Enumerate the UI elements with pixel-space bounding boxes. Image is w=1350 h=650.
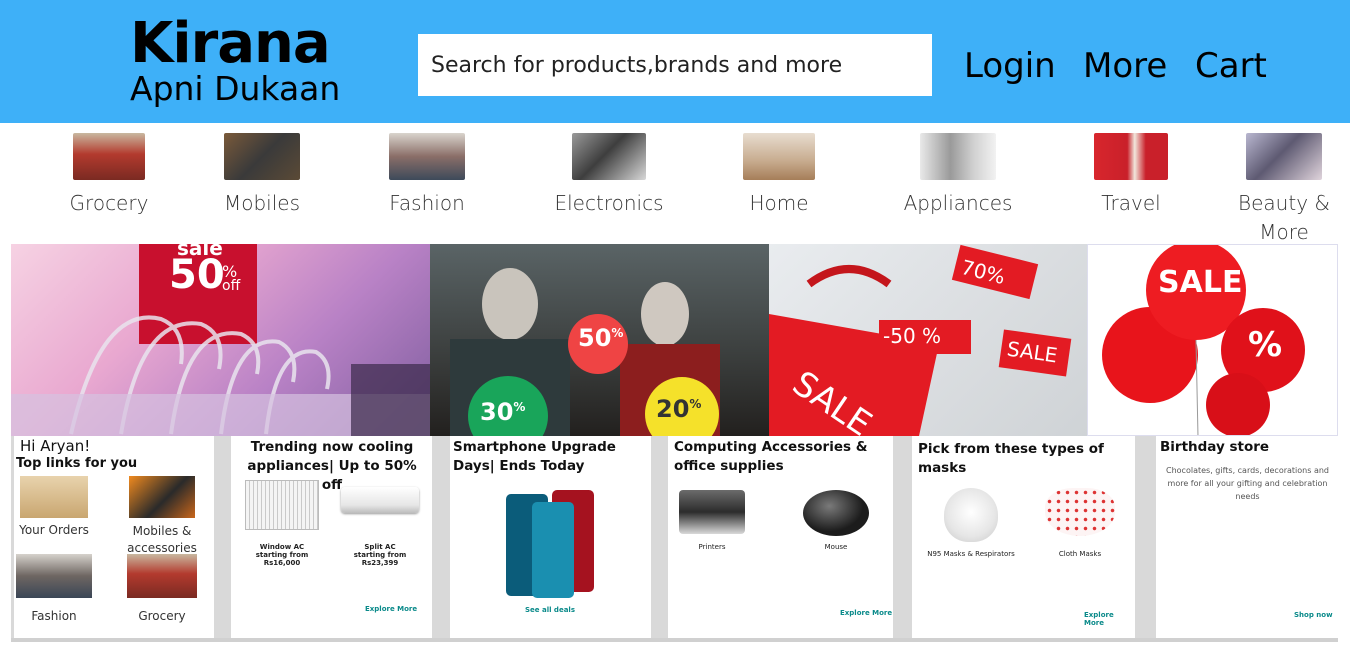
product-price: starting from Rs16,000 — [255, 551, 309, 567]
category-label: Fashion — [389, 191, 465, 215]
category-travel[interactable]: Travel — [1071, 133, 1191, 218]
card-title: Pick from these types of masks — [918, 441, 1104, 476]
greeting: Hi Aryan! — [20, 437, 91, 455]
tag-minus-50: -50 % — [883, 324, 942, 348]
headphones-image — [572, 133, 646, 180]
brand-logo[interactable]: Kirana Apni Dukaan — [130, 12, 340, 106]
card-title: Computing Accessories & office supplies — [674, 439, 868, 474]
product-name: Cloth Masks — [1058, 550, 1102, 558]
birthday-description: Chocolates, gifts, cards, decorations an… — [1166, 466, 1329, 501]
category-electronics[interactable]: Electronics — [547, 133, 671, 218]
search-input[interactable] — [418, 34, 932, 96]
link-grocery[interactable]: Grocery — [122, 554, 202, 623]
kitchen-appliances-image — [920, 133, 996, 180]
category-label: Travel — [1101, 191, 1161, 215]
card-title: Birthday store — [1160, 439, 1270, 455]
card-top-links: Hi Aryan! Top links for you Your Orders … — [14, 436, 214, 638]
explore-more-link[interactable]: Explore More — [365, 605, 417, 613]
makeup-brushes-image — [1246, 133, 1322, 180]
see-all-deals-link[interactable]: See all deals — [525, 606, 575, 614]
category-grocery[interactable]: Grocery — [49, 133, 169, 218]
balloon-sale-text: SALE — [1158, 265, 1243, 300]
category-label: Beauty & — [1238, 191, 1330, 215]
shop-now-link[interactable]: Shop now — [1294, 611, 1333, 619]
smartphones-image — [506, 490, 594, 598]
link-mobiles-accessories[interactable]: Mobiles & accessories — [122, 476, 202, 557]
card-smartphone-upgrade: Smartphone Upgrade Days| Ends Today See … — [450, 436, 651, 638]
grocery-cart-image — [73, 133, 145, 180]
category-label: Electronics — [554, 191, 664, 215]
brand-subtitle: Apni Dukaan — [130, 69, 341, 108]
balloon-percent: % — [1248, 325, 1283, 365]
product-window-ac[interactable]: Window AC starting from Rs16,000 — [237, 480, 327, 567]
category-home[interactable]: Home — [719, 133, 839, 218]
product-mouse[interactable]: Mouse — [796, 490, 876, 551]
login-link[interactable]: Login — [964, 46, 1056, 86]
category-mobiles[interactable]: Mobiles — [202, 133, 322, 218]
printer-image — [679, 490, 745, 534]
sale-number: 50 — [169, 252, 225, 298]
category-label: Home — [749, 191, 809, 215]
explore-more-link[interactable]: Explore More — [840, 609, 892, 617]
top-header: Kirana Apni Dukaan Login More Cart — [0, 0, 1350, 123]
link-fashion[interactable]: Fashion — [16, 554, 92, 623]
more-link[interactable]: More — [1083, 46, 1167, 86]
product-name: Window AC — [259, 543, 305, 551]
clothes-rack-image — [16, 554, 92, 598]
mobile-phone-image — [224, 133, 300, 180]
product-name: N95 Masks & Respirators — [927, 550, 1015, 558]
badge-30: 30% — [480, 398, 526, 426]
category-label: Grocery — [69, 191, 149, 215]
badge-20: 20% — [656, 395, 702, 423]
link-label: Mobiles & — [132, 524, 192, 538]
card-title: Smartphone Upgrade Days| Ends Today — [453, 439, 616, 474]
card-computing-accessories: Computing Accessories & office supplies … — [668, 436, 893, 638]
brand-title: Kirana — [130, 11, 331, 76]
grocery-cart-image — [127, 554, 197, 598]
cloth-mask-image — [1045, 488, 1115, 536]
top-links-title: Top links for you — [16, 456, 138, 471]
boxes-image — [20, 476, 88, 518]
product-name: Printers — [698, 543, 726, 551]
traveler-image — [1094, 133, 1168, 180]
link-label: Fashion — [31, 609, 77, 623]
category-label: Appliances — [903, 191, 1013, 215]
clothes-rack-image — [389, 133, 465, 180]
bottom-divider — [11, 638, 1338, 642]
link-your-orders[interactable]: Your Orders — [16, 476, 92, 537]
product-price: starting from Rs23,399 — [353, 551, 407, 567]
category-label: Mobiles — [223, 191, 301, 215]
badge-50: 50% — [578, 324, 624, 352]
living-room-image — [743, 133, 815, 180]
banner-mannequins[interactable]: 50% 30% 20% — [430, 244, 769, 436]
category-appliances[interactable]: Appliances — [895, 133, 1021, 218]
split-ac-image — [341, 487, 419, 513]
banner-shopping-bag[interactable]: 70% -50 % SALE SALE — [769, 244, 1087, 436]
n95-mask-image — [944, 488, 998, 542]
sale-off: off — [222, 278, 241, 294]
product-cloth-masks[interactable]: Cloth Masks — [1040, 488, 1120, 558]
window-ac-image — [245, 480, 319, 530]
card-birthday-store: Birthday store Chocolates, gifts, cards,… — [1156, 436, 1338, 638]
category-beauty[interactable]: Beauty & More — [1229, 133, 1339, 247]
product-name: Mouse — [824, 543, 848, 551]
link-label: Grocery — [138, 609, 186, 623]
product-n95-masks[interactable]: N95 Masks & Respirators — [924, 488, 1018, 558]
banner-balloons[interactable]: SALE % — [1087, 244, 1338, 436]
category-strip: Grocery Mobiles Fashion Electronics Home… — [0, 123, 1350, 244]
product-printers[interactable]: Printers — [674, 490, 750, 551]
explore-more-link[interactable]: Explore More — [1084, 611, 1135, 627]
category-label-line2: More — [1259, 220, 1309, 244]
mouse-image — [803, 490, 869, 536]
cart-link[interactable]: Cart — [1195, 46, 1267, 86]
smartphone-image — [129, 476, 195, 518]
card-masks: Pick from these types of masks N95 Masks… — [912, 436, 1135, 638]
banner-sale-50[interactable]: sale 50 % off — [11, 244, 430, 436]
product-split-ac[interactable]: Split AC starting from Rs23,399 — [335, 480, 425, 567]
card-trending-ac: Trending now cooling appliances| Up to 5… — [231, 436, 432, 638]
product-name: Split AC — [364, 543, 396, 551]
category-fashion[interactable]: Fashion — [367, 133, 487, 218]
link-label: Your Orders — [19, 523, 89, 537]
